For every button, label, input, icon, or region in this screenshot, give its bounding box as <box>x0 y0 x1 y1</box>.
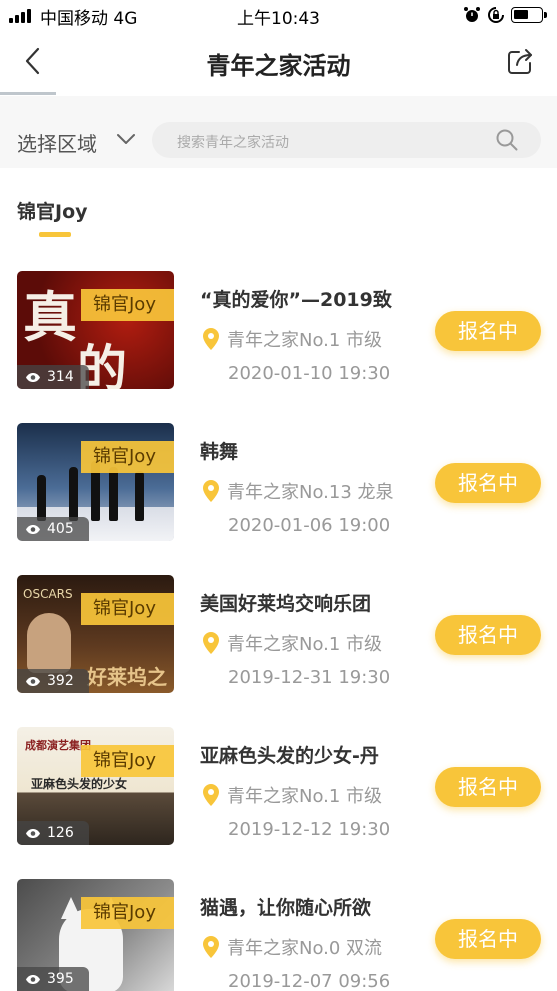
activity-date: 2019-12-12 19:30 <box>228 819 391 840</box>
location-pin-icon <box>203 632 219 654</box>
signup-button[interactable]: 报名中 <box>435 767 541 807</box>
signup-button[interactable]: 报名中 <box>435 615 541 655</box>
share-icon[interactable] <box>505 46 535 76</box>
thumbnail-tag: 锦官Joy <box>81 593 174 625</box>
view-count: 126 <box>17 821 89 845</box>
signup-button[interactable]: 报名中 <box>435 311 541 351</box>
chevron-down-icon[interactable] <box>115 128 137 150</box>
activity-thumbnail: OSCARS 好莱坞之夜 锦官Joy 392 <box>17 575 174 693</box>
thumbnail-tag: 锦官Joy <box>81 745 174 777</box>
eye-icon <box>26 828 40 838</box>
view-count-value: 392 <box>47 673 74 689</box>
view-count: 405 <box>17 517 89 541</box>
thumbnail-text: 真 <box>23 286 77 349</box>
view-count-value: 126 <box>47 825 74 841</box>
activity-item[interactable]: OSCARS 好莱坞之夜 锦官Joy 392 美国好莱坞交响乐团 青年之家No.… <box>0 575 557 715</box>
location-text: 青年之家No.0 双流 <box>227 938 383 959</box>
location-text: 青年之家No.1 市级 <box>227 786 383 807</box>
region-select[interactable]: 选择区域 <box>17 128 97 157</box>
signup-button[interactable]: 报名中 <box>435 463 541 503</box>
activity-location: 青年之家No.1 市级 <box>203 630 382 656</box>
activity-location: 青年之家No.1 市级 <box>203 782 382 808</box>
activity-item[interactable]: 锦官Joy 405 韩舞 青年之家No.13 龙泉 2020-01-06 19:… <box>0 423 557 563</box>
dancer-figure <box>69 467 78 521</box>
alarm-icon <box>464 7 480 22</box>
thumbnail-tag: 锦官Joy <box>81 441 174 473</box>
search-input[interactable]: 搜索青年之家活动 <box>152 122 541 158</box>
location-pin-icon <box>203 328 219 350</box>
activity-title[interactable]: 亚麻色头发的少女-丹 <box>200 741 420 768</box>
activity-item[interactable]: 真 的 锦官Joy 314 “真的爱你”—2019致 青年之家No.1 市级 2… <box>0 271 557 411</box>
location-text: 青年之家No.13 龙泉 <box>227 482 394 503</box>
location-text: 青年之家No.1 市级 <box>227 634 383 655</box>
status-bar: 中国移动 4G 上午10:43 <box>0 0 557 30</box>
activity-location: 青年之家No.1 市级 <box>203 326 382 352</box>
activity-title[interactable]: “真的爱你”—2019致 <box>200 285 420 312</box>
activity-thumbnail: 成都演艺集团 亚麻色头发的少女 锦官Joy 126 <box>17 727 174 845</box>
view-count: 314 <box>17 365 89 389</box>
thumbnail-tag: 锦官Joy <box>81 897 174 929</box>
thumbnail-text: 亚麻色头发的少女 <box>31 777 128 791</box>
view-count-value: 405 <box>47 521 74 537</box>
activity-location: 青年之家No.13 龙泉 <box>203 478 394 504</box>
view-count: 392 <box>17 669 89 693</box>
eye-icon <box>26 676 40 686</box>
activity-location: 青年之家No.0 双流 <box>203 934 382 960</box>
nav-bar: 青年之家活动 <box>0 30 557 94</box>
activity-item[interactable]: 锦官Joy 395 猫遇，让你随心所欲 青年之家No.0 双流 2019-12-… <box>0 879 557 991</box>
dancer-figure <box>37 475 46 521</box>
activity-date: 2019-12-07 09:56 <box>228 971 391 991</box>
location-pin-icon <box>203 784 219 806</box>
search-icon[interactable] <box>495 128 519 152</box>
activity-date: 2019-12-31 19:30 <box>228 667 391 688</box>
activity-thumbnail: 真 的 锦官Joy 314 <box>17 271 174 389</box>
activity-title[interactable]: 猫遇，让你随心所欲 <box>200 893 420 920</box>
search-placeholder: 搜索青年之家活动 <box>177 135 289 151</box>
activity-title[interactable]: 韩舞 <box>200 437 420 464</box>
eye-icon <box>26 974 40 984</box>
activity-date: 2020-01-10 19:30 <box>228 363 391 384</box>
view-count-value: 395 <box>47 971 74 987</box>
nav-divider <box>0 92 56 95</box>
thumbnail-text: OSCARS <box>23 587 73 601</box>
activity-item[interactable]: 成都演艺集团 亚麻色头发的少女 锦官Joy 126 亚麻色头发的少女-丹 青年之… <box>0 727 557 867</box>
activity-title[interactable]: 美国好莱坞交响乐团 <box>200 589 420 616</box>
activity-thumbnail: 锦官Joy 395 <box>17 879 174 991</box>
location-pin-icon <box>203 936 219 958</box>
location-text: 青年之家No.1 市级 <box>227 330 383 351</box>
thumbnail-figure <box>27 613 71 673</box>
thumbnail-text: 好莱坞之夜 <box>87 665 167 689</box>
tab-jinguan-joy[interactable]: 锦官Joy <box>17 197 88 224</box>
battery-icon <box>511 7 547 23</box>
page-title: 青年之家活动 <box>206 52 351 80</box>
dancer-figure <box>109 467 118 521</box>
signup-button[interactable]: 报名中 <box>435 919 541 959</box>
dancer-figure <box>135 471 144 521</box>
view-count: 395 <box>17 967 89 991</box>
tab-active-indicator <box>39 232 71 237</box>
orientation-lock-icon <box>488 7 504 23</box>
thumbnail-tag: 锦官Joy <box>81 289 174 321</box>
location-pin-icon <box>203 480 219 502</box>
eye-icon <box>26 524 40 534</box>
activity-thumbnail: 锦官Joy 405 <box>17 423 174 541</box>
eye-icon <box>26 372 40 382</box>
view-count-value: 314 <box>47 369 74 385</box>
activity-date: 2020-01-06 19:00 <box>228 515 391 536</box>
filter-bar: 选择区域 搜索青年之家活动 <box>0 96 557 168</box>
